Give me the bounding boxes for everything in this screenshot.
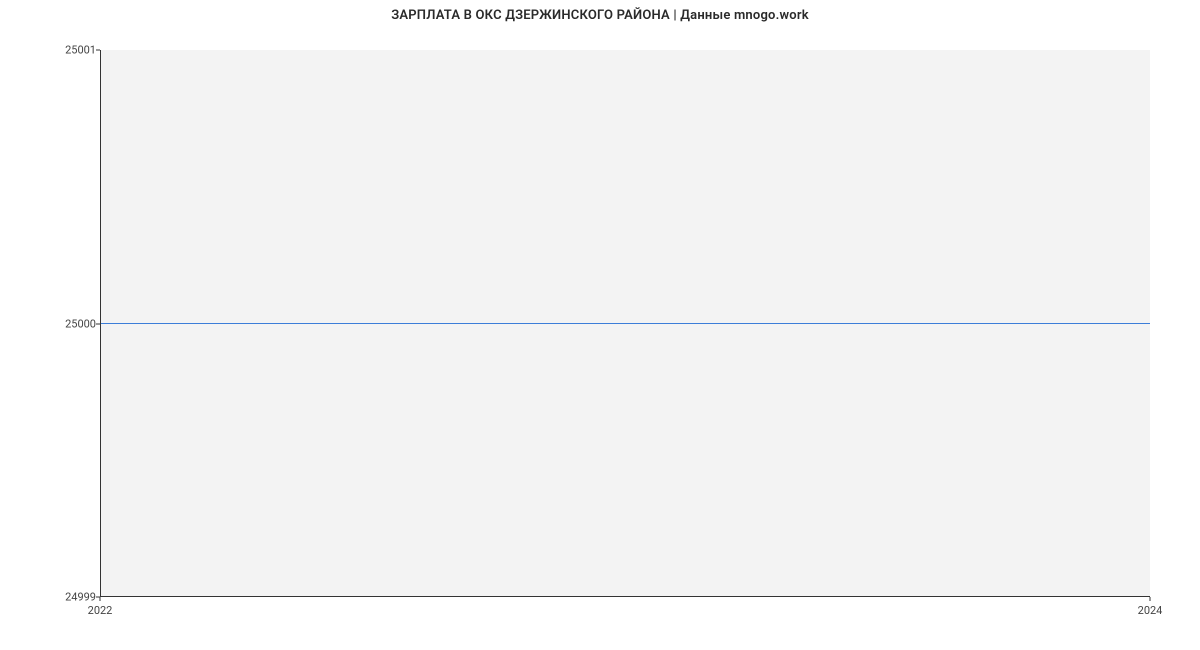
y-tick-mark <box>96 50 100 51</box>
chart-container: ЗАРПЛАТА В ОКС ДЗЕРЖИНСКОГО РАЙОНА | Дан… <box>0 0 1200 650</box>
data-line <box>101 323 1150 324</box>
y-tick-label: 25001 <box>36 44 96 57</box>
y-tick-label: 25000 <box>36 317 96 330</box>
x-tick-label: 2022 <box>88 604 113 617</box>
plot-area <box>100 50 1150 597</box>
chart-title: ЗАРПЛАТА В ОКС ДЗЕРЖИНСКОГО РАЙОНА | Дан… <box>0 8 1200 23</box>
x-tick-label: 2024 <box>1138 604 1163 617</box>
y-tick-label: 24999 <box>36 591 96 604</box>
x-tick-mark <box>100 597 101 601</box>
x-tick-mark <box>1150 597 1151 601</box>
y-tick-mark <box>96 323 100 324</box>
